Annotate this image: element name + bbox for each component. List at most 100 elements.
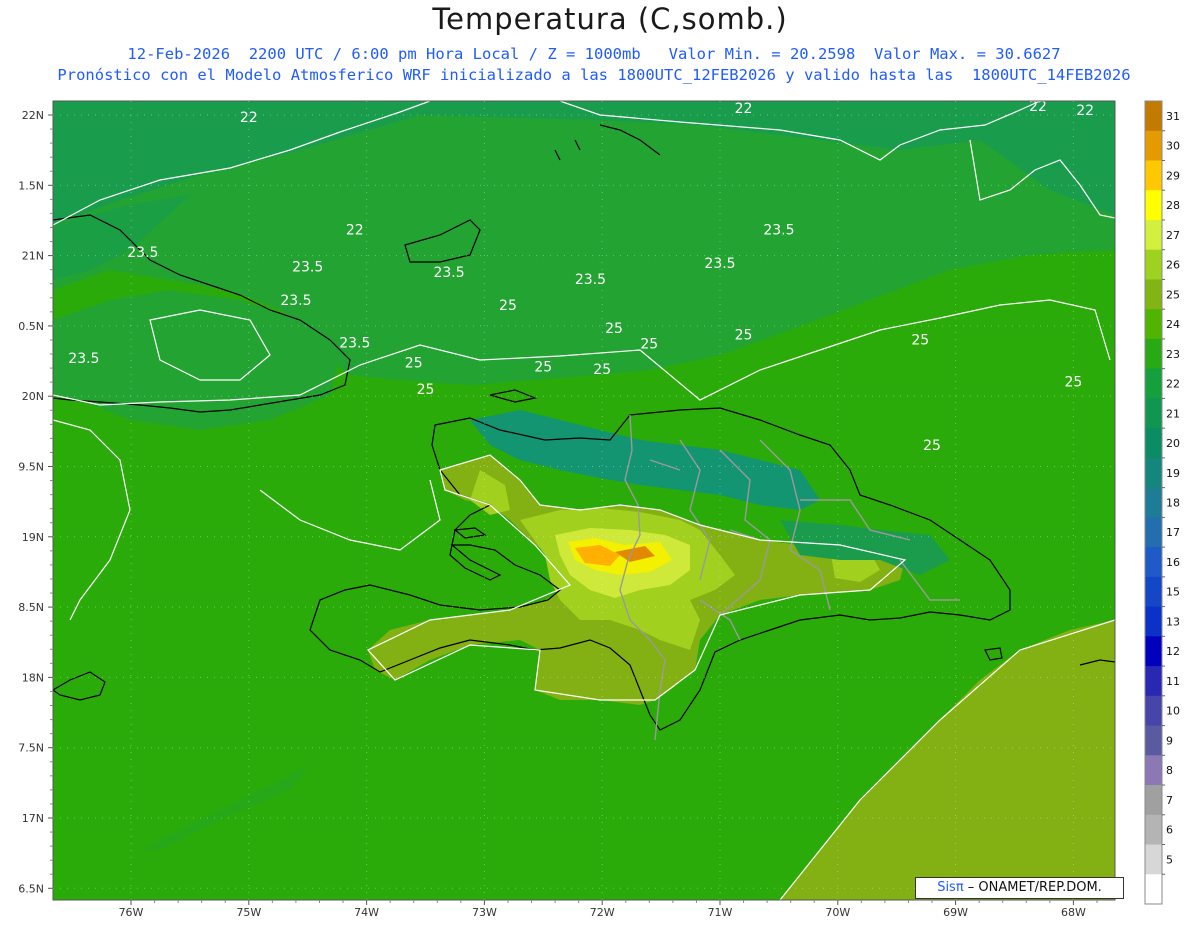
contour-label: 25 — [499, 298, 517, 314]
lat-label: 1.5N — [18, 179, 44, 192]
colorbar-swatch — [1145, 249, 1162, 280]
lat-label: 19N — [22, 531, 44, 544]
contour-label: 25 — [605, 321, 623, 337]
colorbar-label: 11 — [1166, 675, 1180, 688]
colorbar: 31 30 29 28 27 26 25 24 23 22 21 20 19 18 17 16 15 13 12 11… — [1144, 100, 1180, 905]
contour-label: 23.5 — [68, 351, 99, 367]
colorbar-swatch — [1145, 457, 1162, 489]
latitude-labels: 22N 1.5N 21N 0.5N 20N 9.5N 19N 8.5N 18N 7.5N 17N 6.… — [18, 109, 44, 895]
colorbar-label: 27 — [1166, 229, 1180, 242]
lon-label: 68W — [1061, 906, 1086, 919]
colorbar-label: 12 — [1166, 645, 1180, 658]
sispi-logo: Sisπ — [937, 880, 964, 895]
colorbar-label: 19 — [1166, 467, 1180, 480]
lon-label: 69W — [943, 906, 968, 919]
colorbar-swatch — [1145, 785, 1162, 816]
colorbar-swatch — [1145, 160, 1162, 191]
colorbar-swatch — [1145, 814, 1162, 846]
longitude-labels: 76W 75W 74W 73W 72W 71W 70W 69W 68W — [119, 906, 1086, 919]
contour-label: 23.5 — [339, 335, 370, 351]
colorbar-swatch — [1145, 576, 1162, 608]
colorbar-swatch — [1145, 368, 1162, 399]
colorbar-swatch — [1145, 219, 1162, 251]
contour-label: 23.5 — [575, 272, 606, 288]
lat-label: 6.5N — [18, 882, 44, 895]
colorbar-swatch — [1145, 755, 1162, 786]
contour-label: 23.5 — [280, 293, 311, 309]
colorbar-swatch — [1145, 606, 1162, 637]
contour-label: 25 — [735, 328, 753, 344]
colorbar-label: 29 — [1166, 169, 1180, 182]
colorbar-swatch — [1145, 844, 1162, 875]
colorbar-label: 15 — [1166, 586, 1180, 599]
lat-label: 18N — [22, 671, 44, 684]
lon-label: 74W — [354, 906, 379, 919]
colorbar-swatch — [1145, 338, 1162, 370]
colorbar-label: 20 — [1166, 437, 1180, 450]
colorbar-label: 24 — [1166, 318, 1180, 331]
colorbar-swatch — [1145, 874, 1162, 905]
lon-label: 76W — [119, 906, 144, 919]
colorbar-swatch — [1145, 695, 1162, 727]
colorbar-label: 22 — [1166, 378, 1180, 391]
lat-label: 22N — [22, 109, 44, 122]
lon-label: 72W — [590, 906, 615, 919]
contour-label: 23.5 — [763, 223, 794, 239]
contour-label: 22 — [240, 110, 258, 126]
lat-label: 9.5N — [18, 461, 44, 474]
colorbar-label: 17 — [1166, 526, 1180, 539]
lat-label: 17N — [22, 812, 44, 825]
lon-label: 75W — [236, 906, 261, 919]
contour-label: 25 — [911, 333, 929, 349]
colorbar-label: 21 — [1166, 407, 1180, 420]
colorbar-label: 26 — [1166, 259, 1180, 272]
colorbar-swatch — [1145, 487, 1162, 518]
colorbar-swatch — [1145, 101, 1162, 132]
lon-label: 73W — [472, 906, 497, 919]
colorbar-swatch — [1145, 636, 1162, 667]
colorbar-swatch — [1145, 517, 1162, 548]
colorbar-swatch — [1145, 130, 1162, 161]
contour-label: 25 — [640, 337, 658, 353]
contour-label: 22 — [735, 101, 753, 117]
lat-label: 21N — [22, 250, 44, 263]
colorbar-label: 28 — [1166, 199, 1180, 212]
colorbar-label: 18 — [1166, 497, 1180, 510]
colorbar-label: 31 — [1166, 110, 1180, 123]
lat-label: 8.5N — [18, 601, 44, 614]
colorbar-swatch — [1145, 309, 1162, 340]
colorbar-swatch — [1145, 398, 1162, 429]
colorbar-label: 6 — [1166, 824, 1173, 837]
colorbar-swatch — [1145, 725, 1162, 756]
colorbar-label: 13 — [1166, 615, 1180, 628]
colorbar-swatch — [1145, 666, 1162, 697]
colorbar-swatch — [1145, 547, 1162, 578]
colorbar-swatch — [1145, 190, 1162, 221]
contour-label: 25 — [593, 362, 611, 378]
colorbar-swatch — [1145, 428, 1162, 459]
contour-label: 25 — [923, 438, 941, 454]
contour-label: 22 — [1076, 103, 1094, 119]
colorbar-label: 5 — [1166, 853, 1173, 866]
lon-label: 70W — [825, 906, 850, 919]
contour-label: 23.5 — [292, 259, 323, 275]
colorbar-label: 30 — [1166, 140, 1180, 153]
colorbar-label: 23 — [1166, 348, 1180, 361]
contour-label: 25 — [405, 356, 423, 372]
contour-label: 25 — [417, 382, 435, 398]
colorbar-label: 10 — [1166, 705, 1180, 718]
temperature-map: 22 22 22 22 22 23.5 23.5 23.5 23.5 23.5 23.5 23.5 23… — [18, 99, 1180, 919]
lat-label: 7.5N — [18, 742, 44, 755]
colorbar-label: 9 — [1166, 734, 1173, 747]
colorbar-label: 8 — [1166, 764, 1173, 777]
contour-label: 23.5 — [127, 245, 158, 261]
contour-label: 23.5 — [433, 265, 464, 281]
colorbar-label: 16 — [1166, 556, 1180, 569]
colorbar-label: 25 — [1166, 288, 1180, 301]
colorbar-label: 7 — [1166, 794, 1173, 807]
contour-label: 22 — [346, 223, 364, 239]
credit-text: – ONAMET/REP.DOM. — [963, 880, 1102, 895]
colorbar-swatch — [1145, 279, 1162, 310]
credit-box: Sisπ – ONAMET/REP.DOM. — [915, 877, 1124, 899]
lon-label: 71W — [708, 906, 733, 919]
